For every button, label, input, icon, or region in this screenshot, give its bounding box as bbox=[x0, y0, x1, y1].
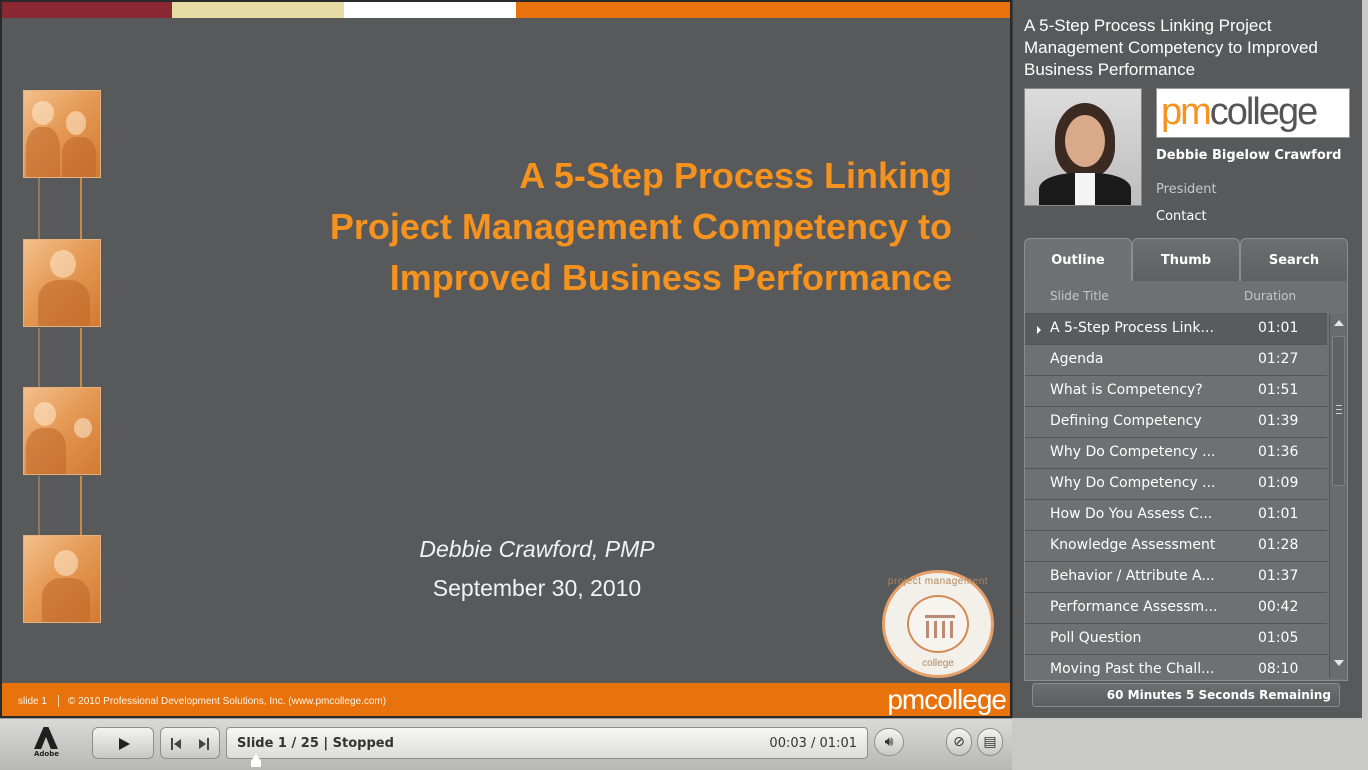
slide-photo bbox=[23, 90, 101, 178]
speaker-icon: 🔊︎ bbox=[884, 734, 894, 750]
college-seal-logo: project management college bbox=[882, 570, 994, 678]
outline-row[interactable]: Poll Question 01:05 bbox=[1025, 623, 1327, 654]
outline-row[interactable]: Performance Assessm... 00:42 bbox=[1025, 592, 1327, 623]
tab-search[interactable]: Search bbox=[1240, 238, 1348, 282]
slide-photo bbox=[23, 535, 101, 623]
player-controls: Adobe Slide 1 / 25 | Stopped 00:03 / 01:… bbox=[0, 718, 1012, 770]
outline-list: A 5-Step Process Link... 01:01 Agenda 01… bbox=[1025, 313, 1327, 679]
speaker-role: President bbox=[1156, 182, 1217, 197]
slide-canvas[interactable]: A 5-Step Process Linking Project Managem… bbox=[0, 0, 1012, 718]
tab-thumb[interactable]: Thumb bbox=[1132, 238, 1240, 282]
photo-rail bbox=[38, 178, 40, 240]
stripe-segment bbox=[2, 2, 172, 18]
grip-icon bbox=[1336, 405, 1342, 414]
outline-row[interactable]: Why Do Competency ... 01:09 bbox=[1025, 468, 1327, 499]
presentation-sidebar: A 5-Step Process Linking Project Managem… bbox=[1012, 0, 1362, 718]
outline-scrollbar[interactable] bbox=[1329, 314, 1347, 678]
company-logo-text: pmcollege bbox=[1161, 91, 1318, 133]
footer-logo: pmcollege bbox=[887, 684, 1007, 715]
outline-row[interactable]: Why Do Competency ... 01:36 bbox=[1025, 437, 1327, 468]
playback-status: Slide 1 / 25 | Stopped bbox=[237, 736, 394, 751]
footer-slide-number: slide 1 bbox=[18, 696, 47, 707]
photo-rail bbox=[80, 178, 82, 240]
company-logo[interactable]: pmcollege bbox=[1156, 88, 1350, 138]
slide-title-line: Improved Business Performance bbox=[389, 257, 952, 298]
slide-photo bbox=[23, 239, 101, 327]
presentation-title: A 5-Step Process Linking Project Managem… bbox=[1024, 16, 1318, 79]
tab-outline[interactable]: Outline bbox=[1024, 238, 1132, 282]
skip-previous-icon[interactable] bbox=[171, 738, 185, 750]
slide-footer: slide 1 © 2010 Professional Development … bbox=[2, 683, 1010, 716]
column-header-duration: Duration bbox=[1244, 289, 1297, 303]
photo-rail bbox=[80, 328, 82, 388]
slide-photo bbox=[23, 387, 101, 475]
stripe-segment bbox=[172, 2, 344, 18]
scroll-down-icon[interactable] bbox=[1334, 660, 1344, 666]
attachments-button[interactable]: ⊘ bbox=[946, 728, 972, 756]
seal-text-top: project management bbox=[887, 576, 989, 587]
slide-date: September 30, 2010 bbox=[432, 575, 642, 601]
playback-progress-bar[interactable]: Slide 1 / 25 | Stopped 00:03 / 01:01 bbox=[226, 727, 868, 767]
photo-rail bbox=[38, 328, 40, 388]
contact-link[interactable]: Contact bbox=[1156, 209, 1207, 224]
paperclip-icon: ⊘ bbox=[953, 734, 965, 750]
seal-inner-ring bbox=[907, 595, 969, 653]
play-icon bbox=[119, 738, 130, 750]
time-remaining: 60 Minutes 5 Seconds Remaining bbox=[1032, 683, 1340, 707]
presentation-player: A 5-Step Process Linking Project Managem… bbox=[0, 0, 1368, 770]
slide-top-stripe bbox=[2, 2, 1010, 18]
slide-title-line: Project Management Competency to bbox=[329, 206, 952, 247]
sidebar-tabs: Outline Thumb Search bbox=[1024, 238, 1348, 282]
scroll-thumb[interactable] bbox=[1332, 336, 1345, 486]
outline-row[interactable]: How Do You Assess C... 01:01 bbox=[1025, 499, 1327, 530]
notes-icon: ▤ bbox=[983, 734, 997, 750]
outline-row[interactable]: Knowledge Assessment 01:28 bbox=[1025, 530, 1327, 561]
notes-button[interactable]: ▤ bbox=[977, 728, 1003, 756]
stripe-segment bbox=[516, 2, 1010, 18]
outline-row[interactable]: Moving Past the Chall... 08:10 bbox=[1025, 654, 1327, 679]
adobe-wordmark: Adobe bbox=[34, 750, 59, 758]
scrub-handle-icon[interactable] bbox=[251, 754, 261, 761]
slide-nav-buttons bbox=[160, 727, 220, 759]
volume-button[interactable]: 🔊︎ bbox=[874, 728, 904, 756]
slide-author: Debbie Crawford, PMP bbox=[419, 536, 655, 562]
current-slide-arrow-icon bbox=[1037, 326, 1041, 334]
stripe-segment bbox=[344, 2, 516, 18]
slide-title-line: A 5-Step Process Linking bbox=[519, 155, 952, 196]
speaker-photo bbox=[1024, 88, 1142, 206]
building-icon bbox=[925, 615, 955, 638]
scroll-up-icon[interactable] bbox=[1334, 320, 1344, 326]
outline-row[interactable]: Agenda 01:27 bbox=[1025, 344, 1327, 375]
playback-time: 00:03 / 01:01 bbox=[769, 736, 857, 751]
outline-row[interactable]: A 5-Step Process Link... 01:01 bbox=[1025, 313, 1327, 344]
footer-divider bbox=[58, 695, 59, 707]
column-header-title: Slide Title bbox=[1050, 289, 1109, 303]
play-button[interactable] bbox=[92, 727, 154, 759]
slide-title: A 5-Step Process Linking Project Managem… bbox=[192, 150, 952, 303]
scrub-handle-base[interactable] bbox=[251, 761, 261, 767]
skip-next-icon[interactable] bbox=[197, 738, 211, 750]
outline-row[interactable]: Defining Competency 01:39 bbox=[1025, 406, 1327, 437]
outline-row[interactable]: What is Competency? 01:51 bbox=[1025, 375, 1327, 406]
outline-panel: Slide Title Duration A 5-Step Process Li… bbox=[1024, 281, 1348, 681]
outline-row[interactable]: Behavior / Attribute A... 01:37 bbox=[1025, 561, 1327, 592]
speaker-name: Debbie Bigelow Crawford bbox=[1156, 148, 1342, 163]
seal-text-bottom: college bbox=[922, 658, 954, 669]
photo-rail bbox=[38, 476, 40, 536]
footer-copyright: © 2010 Professional Development Solution… bbox=[68, 696, 387, 707]
photo-rail bbox=[80, 476, 82, 536]
